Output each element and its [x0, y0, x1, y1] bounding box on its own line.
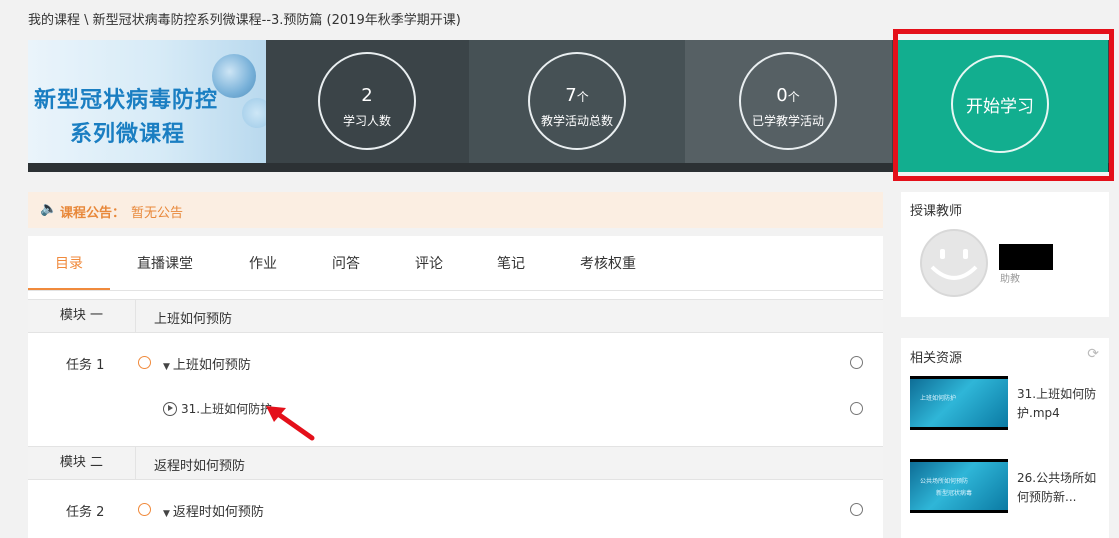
course-banner-image: 新型冠状病毒防控 系列微课程 — [28, 40, 266, 163]
tab-live[interactable]: 直播课堂 — [137, 253, 193, 273]
banner-title-line2: 系列微课程 — [70, 122, 186, 147]
module-label: 模块 二 — [28, 447, 136, 479]
module-label: 模块 一 — [28, 300, 136, 332]
notice-value: 暂无公告 — [131, 206, 184, 221]
stat-value: 7 — [565, 85, 577, 106]
stat-circle: 7个 教学活动总数 — [528, 52, 626, 150]
thumbnail-caption: 新型冠状病毒 — [936, 490, 973, 497]
module-title: 返程时如何预防 — [154, 459, 246, 474]
stat-total-activities: 7个 教学活动总数 — [469, 40, 685, 163]
task-label: 任务 2 — [66, 505, 105, 520]
speaker-icon: 🔈 — [40, 201, 58, 217]
resource-thumbnail[interactable]: 公共场所如何预防 新型冠状病毒 — [910, 459, 1008, 513]
task-label: 任务 1 — [66, 358, 105, 373]
virus-graphic — [212, 54, 256, 98]
task-title-text: 返程时如何预防 — [172, 505, 264, 520]
virus-graphic-small — [242, 98, 266, 128]
tab-qa[interactable]: 问答 — [332, 253, 360, 273]
tab-homework[interactable]: 作业 — [249, 253, 277, 273]
resource-title: 31.上班如何防护 — [181, 402, 273, 416]
stat-circle: 2 学习人数 — [318, 52, 416, 150]
tab-comments[interactable]: 评论 — [415, 253, 443, 273]
teacher-name-redacted — [999, 244, 1053, 270]
module-title: 上班如何预防 — [154, 312, 233, 327]
course-notice: 🔈 课程公告： 暂无公告 — [28, 192, 883, 228]
banner-title-line1: 新型冠状病毒防控 — [34, 88, 219, 113]
red-arrow-annotation — [266, 406, 315, 441]
stat-unit: 个 — [576, 90, 589, 104]
task-title-text: 上班如何预防 — [172, 358, 251, 373]
tab-grading-weight[interactable]: 考核权重 — [580, 253, 636, 273]
task-complete-circle — [850, 356, 863, 369]
related-resource-title[interactable]: 31.上班如何防护.mp4 — [1017, 385, 1103, 423]
notice-label: 课程公告： — [60, 206, 126, 221]
stat-value: 2 — [361, 85, 373, 106]
task-status-circle — [138, 356, 151, 369]
related-resource-title[interactable]: 26.公共场所如何预防新... — [1017, 469, 1103, 507]
task-title[interactable]: ▼ 上班如何预防 — [163, 354, 251, 373]
module-row: 模块 二 返程时如何预防 — [28, 446, 883, 480]
stat-learners: 2 学习人数 — [266, 40, 469, 163]
task-complete-circle — [850, 503, 863, 516]
stat-completed-activities: 0个 已学教学活动 — [685, 40, 892, 163]
teacher-panel: 授课教师 助教 — [901, 192, 1109, 317]
thumbnail-caption: 公共场所如何预防 — [920, 478, 969, 485]
breadcrumb: 我的课程 \ 新型冠状病毒防控系列微课程--3.预防篇 (2019年秋季学期开课… — [28, 13, 461, 28]
related-panel-title: 相关资源 — [910, 351, 963, 366]
play-icon — [163, 401, 177, 416]
task-title[interactable]: ▼ 返程时如何预防 — [163, 501, 264, 520]
tab-notes[interactable]: 笔记 — [497, 253, 525, 273]
thumbnail-caption: 上班如何防护 — [920, 395, 957, 402]
stat-value: 0 — [776, 85, 788, 106]
teacher-avatar[interactable] — [920, 229, 988, 297]
stat-circle: 0个 已学教学活动 — [739, 52, 837, 150]
caret-down-icon: ▼ — [163, 509, 170, 519]
resource-thumbnail[interactable]: 上班如何防护 — [910, 376, 1008, 430]
smiley-icon — [920, 229, 988, 297]
course-content-panel: 目录 直播课堂 作业 问答 评论 笔记 考核权重 模块 一 上班如何预防 任务 … — [28, 236, 883, 538]
teacher-panel-title: 授课教师 — [910, 204, 963, 219]
teacher-role: 助教 — [1000, 274, 1020, 285]
tab-bar: 目录 直播课堂 作业 问答 评论 笔记 考核权重 — [28, 236, 883, 291]
related-resources-panel: 相关资源 ⟳ 上班如何防护 31.上班如何防护.mp4 公共场所如何预防 新型冠… — [901, 338, 1109, 538]
resource-item[interactable]: 31.上班如何防护 — [163, 400, 272, 417]
stat-label: 已学教学活动 — [751, 114, 824, 128]
stat-label: 学习人数 — [342, 114, 391, 128]
caret-down-icon: ▼ — [163, 362, 170, 372]
resource-complete-circle — [850, 402, 863, 415]
tab-catalog[interactable]: 目录 — [55, 253, 83, 273]
highlight-box — [893, 29, 1114, 181]
task-status-circle — [138, 503, 151, 516]
active-tab-indicator — [28, 288, 110, 290]
stat-label: 教学活动总数 — [540, 114, 613, 128]
module-row: 模块 一 上班如何预防 — [28, 299, 883, 333]
stat-unit: 个 — [787, 90, 800, 104]
refresh-icon[interactable]: ⟳ — [1087, 346, 1099, 362]
